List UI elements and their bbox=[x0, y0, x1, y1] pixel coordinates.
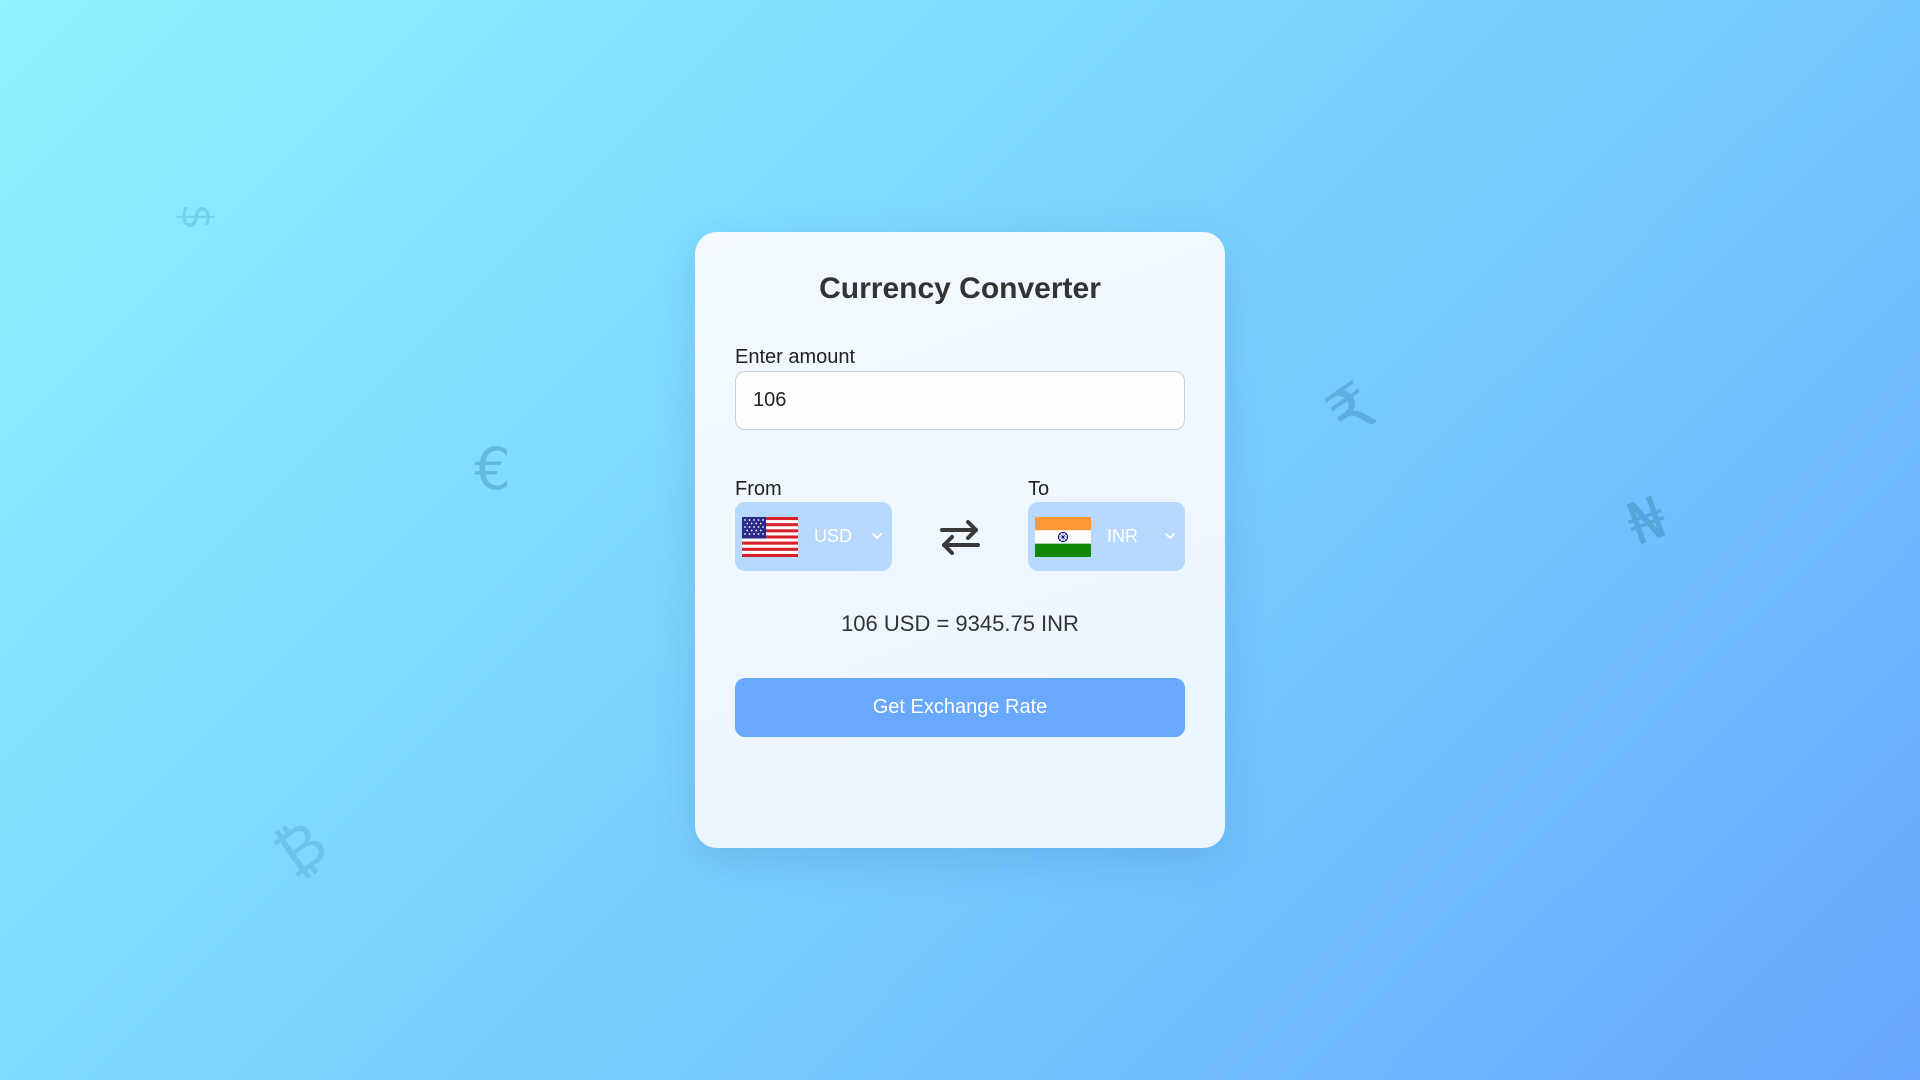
rupee-symbol-decoration: ₹ bbox=[1313, 367, 1392, 455]
from-currency-code: USD bbox=[814, 526, 853, 546]
conversion-result: 106 USD = 9345.75 INR bbox=[841, 611, 1079, 636]
amount-label: Enter amount bbox=[735, 346, 856, 368]
swap-arrows-icon bbox=[940, 519, 980, 555]
euro-symbol-decoration: € bbox=[474, 435, 511, 503]
to-currency-group: To INR bbox=[1028, 478, 1185, 571]
dollar-symbol-decoration: $ bbox=[172, 203, 222, 231]
bitcoin-symbol-decoration: ₿ bbox=[260, 805, 341, 892]
from-currency-group: From USD bbox=[735, 478, 892, 571]
currency-row: From USD To INR bbox=[735, 478, 1185, 571]
chevron-down-icon bbox=[1165, 533, 1175, 539]
from-currency-select[interactable]: USD bbox=[735, 502, 892, 571]
page-title: Currency Converter bbox=[819, 272, 1101, 305]
naira-symbol-decoration: ₦ bbox=[1617, 482, 1676, 560]
chevron-down-icon bbox=[872, 533, 882, 539]
to-currency-select[interactable]: INR bbox=[1028, 502, 1185, 571]
get-exchange-rate-button[interactable]: Get Exchange Rate bbox=[735, 678, 1185, 737]
amount-input[interactable] bbox=[735, 371, 1185, 430]
from-label: From bbox=[735, 478, 782, 500]
india-flag-icon bbox=[1035, 516, 1091, 557]
us-flag-icon bbox=[742, 516, 798, 557]
to-label: To bbox=[1028, 478, 1050, 500]
to-currency-code: INR bbox=[1107, 526, 1138, 546]
swap-currencies-button[interactable] bbox=[930, 502, 990, 571]
converter-card: Currency Converter Enter amount From bbox=[695, 232, 1225, 848]
